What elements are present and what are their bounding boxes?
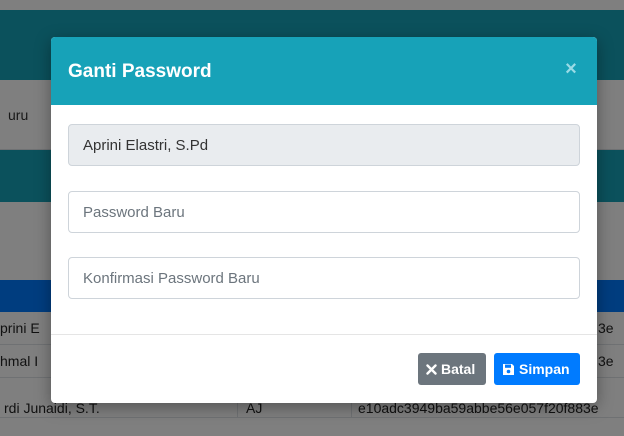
cancel-label: Batal xyxy=(441,361,476,377)
change-password-modal: Ganti Password × Batal Simpan xyxy=(51,37,597,403)
modal-header: Ganti Password × xyxy=(51,37,597,105)
new-password-input[interactable] xyxy=(68,191,580,233)
confirm-password-input[interactable] xyxy=(68,257,580,299)
close-icon[interactable]: × xyxy=(561,57,581,81)
modal-title: Ganti Password xyxy=(68,61,212,82)
save-label: Simpan xyxy=(519,361,570,377)
close-icon xyxy=(426,363,437,375)
floppy-disk-icon xyxy=(502,363,515,376)
cancel-button[interactable]: Batal xyxy=(418,353,486,385)
modal-footer: Batal Simpan xyxy=(51,334,597,403)
save-button[interactable]: Simpan xyxy=(494,353,580,385)
teacher-name-field xyxy=(68,124,580,166)
